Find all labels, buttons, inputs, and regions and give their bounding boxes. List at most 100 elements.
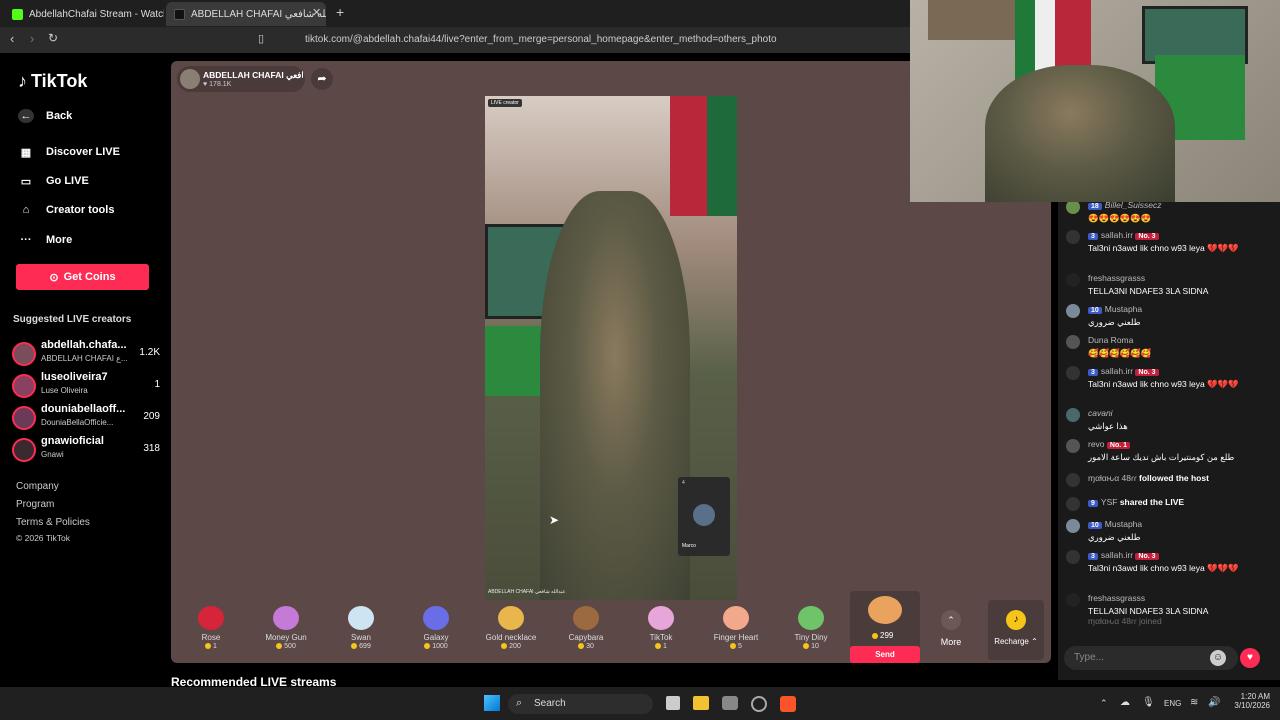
watermark: ABDELLAH CHAFAI عبدالله شافعي — [488, 589, 566, 595]
chat-user[interactable]: ɱαƚαԋα 48ɾɾ joined — [1088, 616, 1162, 626]
gift-price: 699 — [326, 643, 396, 650]
chat-user[interactable]: Duna Roma — [1088, 335, 1133, 345]
gift-rose[interactable]: Rose 1 — [176, 600, 246, 660]
close-tab-icon[interactable]: ✕ — [312, 6, 321, 19]
likes: ♥ 178.1K — [203, 81, 231, 88]
camera-app-icon[interactable] — [722, 696, 738, 710]
suggested-creator[interactable]: luseoliveira7 Luse Oliveira 1 — [12, 371, 162, 403]
avatar — [1066, 439, 1080, 453]
sidebar-item-go-live[interactable]: ▭ Go LIVE — [18, 174, 89, 188]
gift-name: Capybara — [568, 633, 604, 642]
chat-user[interactable]: 3 sallah.irr No. 3 — [1088, 550, 1162, 560]
chat-user[interactable]: freshassgrasss — [1088, 273, 1145, 283]
heart-like-button[interactable]: ♥ — [1240, 648, 1260, 668]
gift-gold-necklace[interactable]: Gold necklace 200 — [476, 600, 546, 660]
guest-pip[interactable]: 4 Marco — [678, 477, 730, 556]
language-indicator[interactable]: ENG — [1164, 699, 1181, 708]
brave-browser-icon[interactable] — [780, 696, 796, 712]
back-arrow-icon[interactable]: ‹ — [10, 31, 14, 46]
file-explorer-icon[interactable] — [693, 696, 709, 710]
browser-tab-1[interactable]: AbdellahChafai Stream - Watch Live o — [4, 2, 164, 26]
avatar — [693, 504, 715, 526]
chat-user[interactable]: 10 Mustapha — [1088, 519, 1142, 529]
gift-bar: Rose 1 Money Gun 500 Swan 699 Galaxy 1000 Go… — [176, 591, 1046, 663]
share-icon[interactable]: ➦ — [311, 68, 333, 90]
chat-user[interactable]: ɱαƚαԋα 48ɾɾ followed the host — [1088, 473, 1209, 483]
send-button[interactable]: Send — [850, 646, 920, 663]
video-camera-icon: ▭ — [20, 175, 32, 188]
more-gifts-button[interactable]: ⌃ More — [926, 600, 976, 660]
gift-name: Galaxy — [423, 633, 449, 642]
new-tab-icon[interactable]: + — [336, 4, 344, 20]
microphone-icon[interactable]: 🎙 — [1142, 697, 1155, 708]
gift-tiny-diny[interactable]: Tiny Diny 10 — [776, 600, 846, 660]
kick-icon — [12, 8, 23, 20]
task-view-icon[interactable] — [666, 696, 680, 710]
gift-tiktok[interactable]: TikTok 1 — [626, 600, 696, 660]
gift-price: 299 — [872, 631, 893, 640]
sidebar-item-creator-tools[interactable]: ⌂ Creator tools — [18, 203, 115, 217]
gift-price: 1 — [176, 643, 246, 650]
suggested-title: Suggested LIVE creators — [13, 314, 132, 325]
chat-text: هذا عواشي — [1088, 421, 1128, 431]
recharge-button[interactable]: ♪ Recharge ⌃ — [988, 600, 1044, 660]
wifi-icon[interactable]: ≋ — [1190, 697, 1198, 708]
back-button[interactable]: ← Back — [18, 109, 72, 123]
emoji-icon[interactable]: ☺ — [1210, 650, 1226, 666]
footer-terms[interactable]: Terms & Policies — [16, 517, 90, 528]
gift-finger-heart[interactable]: Finger Heart 5 — [701, 600, 771, 660]
coin-icon: ⊙ — [49, 271, 59, 284]
chat-user[interactable]: revo No. 1 — [1088, 439, 1133, 449]
viewer-count: 209 — [143, 411, 160, 422]
chat-user[interactable]: 3 sallah.irr No. 3 — [1088, 230, 1162, 240]
nav-label: Creator tools — [46, 204, 115, 216]
sidebar-item-more[interactable]: ··· More — [18, 233, 73, 247]
home-icon: ⌂ — [22, 204, 30, 216]
nav-label: More — [46, 234, 73, 246]
gift-price: 5 — [701, 643, 771, 650]
windows-start-icon[interactable] — [484, 695, 500, 711]
chevron-up-icon[interactable]: ⌃ — [1100, 698, 1108, 709]
chat-user[interactable]: 9 YSF shared the LIVE — [1088, 497, 1184, 507]
suggested-creator[interactable]: abdellah.chafa... ABDELLAH CHAFAI ع... 1… — [12, 339, 162, 371]
host-info[interactable]: ABDELLAH CHAFAI عبدالله شافعي ♥ 178.1K — [177, 66, 305, 92]
taskbar-search[interactable]: Search — [508, 694, 653, 714]
tiktok-logo[interactable]: ♪ TikTok — [18, 71, 87, 92]
gift-price: 30 — [551, 643, 621, 650]
footer-company[interactable]: Company — [16, 481, 59, 492]
app-icon[interactable] — [751, 696, 767, 712]
featured-gift[interactable]: 299 Send — [850, 591, 920, 663]
suggested-creator[interactable]: gnawioficial Gnawi 318 — [12, 435, 162, 467]
footer-program[interactable]: Program — [16, 499, 54, 510]
creator-name: gnawioficial — [41, 435, 104, 447]
gift-money-gun[interactable]: Money Gun 500 — [251, 600, 321, 660]
chat-user[interactable]: freshassgrasss — [1088, 593, 1145, 603]
reload-icon[interactable]: ↻ — [48, 31, 58, 45]
gift-capybara[interactable]: Capybara 30 — [551, 600, 621, 660]
viewer-count: 1 — [154, 379, 160, 390]
clock[interactable]: 1:20 AM 3/10/2026 — [1230, 692, 1270, 710]
browser-tab-2[interactable]: ABDELLAH CHAFAI عبدالله شافعي — [166, 2, 326, 26]
chat-user[interactable]: 10 Mustapha — [1088, 304, 1142, 314]
suggested-creator[interactable]: douniabellaoff... DouniaBellaOfficie... … — [12, 403, 162, 435]
gift-galaxy[interactable]: Galaxy 1000 — [401, 600, 471, 660]
avatar — [12, 406, 36, 430]
get-coins-button[interactable]: ⊙ Get Coins — [16, 264, 149, 290]
bookmark-icon[interactable]: ▯ — [258, 32, 264, 45]
gift-swan[interactable]: Swan 699 — [326, 600, 396, 660]
chat-user[interactable]: 3 sallah.irr No. 3 — [1088, 366, 1162, 376]
forward-arrow-icon[interactable]: › — [30, 31, 34, 46]
volume-icon[interactable]: 🔊 — [1208, 697, 1220, 708]
chat-user[interactable]: cavani — [1088, 408, 1113, 418]
sidebar-item-discover-live[interactable]: ▦ Discover LIVE — [18, 145, 120, 159]
cloud-icon[interactable]: ☁ — [1120, 697, 1130, 708]
creator-name: douniabellaoff... — [41, 403, 126, 415]
creator-name: abdellah.chafa... — [41, 339, 127, 351]
gift-price: 200 — [476, 643, 546, 650]
browser-tab-strip: AbdellahChafai Stream - Watch Live o ABD… — [0, 0, 910, 27]
url-field[interactable]: tiktok.com/@abdellah.chafai44/live?enter… — [280, 31, 905, 49]
avatar — [1066, 550, 1080, 564]
video-player[interactable]: LIVE creator ABDELLAH CHAFAI عبدالله شاف… — [485, 96, 737, 600]
creator-sub: Luse Oliveira — [41, 386, 88, 395]
avatar — [12, 438, 36, 462]
